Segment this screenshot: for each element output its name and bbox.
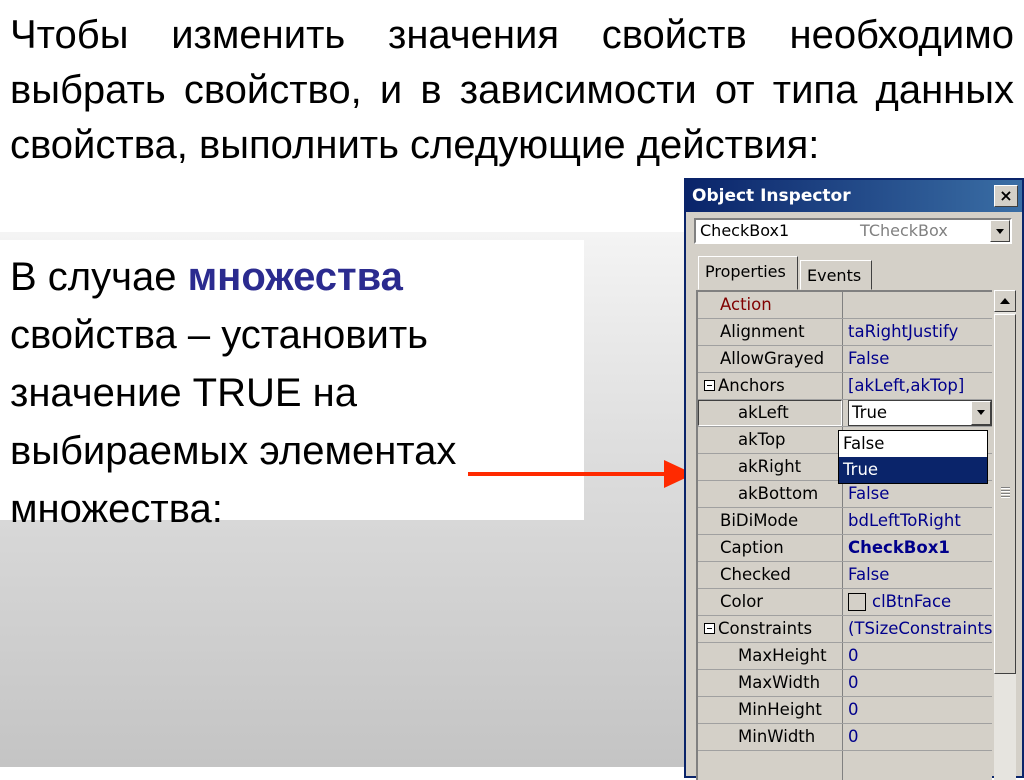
property-name: BiDiMode [720,511,799,530]
property-value: clBtnFace [872,592,952,611]
value-dropdown-list: False True [838,430,988,484]
callout-text-start: В случае [10,255,188,299]
property-value: (TSizeConstraints) [848,619,992,638]
property-row-minheight[interactable]: MinHeight 0 [698,697,992,724]
property-value: CheckBox1 [848,538,950,557]
property-name: Action [720,295,772,314]
tab-properties[interactable]: Properties [698,256,798,290]
callout-emphasis: множества [187,255,403,299]
property-value: 0 [848,700,859,719]
property-name: Color [720,592,764,611]
property-value: False [848,349,890,368]
property-name: MinHeight [738,700,822,719]
property-value: 0 [848,673,859,692]
dropdown-option-true[interactable]: True [839,457,987,483]
close-button[interactable]: × [994,185,1018,207]
property-row-allowgrayed[interactable]: AllowGrayed False [698,346,992,373]
property-row-anchors[interactable]: Anchors [akLeft,akTop] [698,373,992,400]
scroll-up-icon[interactable] [994,290,1016,312]
property-value: bdLeftToRight [848,511,961,530]
property-value: taRightJustify [848,322,959,341]
property-name: MaxHeight [738,646,827,665]
property-row-checked[interactable]: Checked False [698,562,992,589]
property-row-maxwidth[interactable]: MaxWidth 0 [698,670,992,697]
color-swatch [848,593,866,611]
property-row-akleft[interactable]: akLeft True [698,400,992,427]
window-title: Object Inspector [686,180,1022,212]
property-value: 0 [848,727,859,746]
property-value: False [848,484,890,503]
property-grid: Action Alignment taRightJustify AllowGra… [696,290,992,780]
property-value: [akLeft,akTop] [848,376,965,395]
scroll-thumb[interactable] [994,314,1016,674]
property-row-action[interactable]: Action [698,292,992,319]
property-name: akRight [738,457,802,476]
pointer-arrow [468,460,694,488]
property-row-bidimode[interactable]: BiDiMode bdLeftToRight [698,508,992,535]
collapse-icon[interactable] [704,623,715,634]
property-value: 0 [848,646,859,665]
callout-text-end: свойства – установить значение TRUE на в… [10,313,457,531]
property-row-constraints[interactable]: Constraints (TSizeConstraints) [698,616,992,643]
property-name: akLeft [738,403,789,422]
slide-heading: Чтобы изменить значения свойств необходи… [10,13,1014,167]
property-row-minwidth[interactable]: MinWidth 0 [698,724,992,751]
component-selector[interactable]: CheckBox1 TCheckBox [694,218,1012,244]
editor-value: True [852,403,888,422]
property-name: Alignment [720,322,805,341]
property-name: Checked [720,565,791,584]
component-name: CheckBox1 [700,221,790,240]
property-row-color[interactable]: Color clBtnFace [698,589,992,616]
collapse-icon[interactable] [704,380,715,391]
property-row-maxheight[interactable]: MaxHeight 0 [698,643,992,670]
property-name: akTop [738,430,786,449]
property-name: Anchors [718,376,785,395]
vertical-scrollbar[interactable] [994,290,1016,780]
dropdown-option-false[interactable]: False [839,431,987,457]
property-name: Constraints [718,619,813,638]
grip-icon [1001,487,1010,498]
property-value: False [848,565,890,584]
property-name: akBottom [738,484,819,503]
chevron-down-icon[interactable] [971,401,991,425]
property-name: AllowGrayed [720,349,825,368]
property-row-akbottom[interactable]: akBottom False [698,481,992,508]
chevron-down-icon[interactable] [990,220,1010,242]
property-row-alignment[interactable]: Alignment taRightJustify [698,319,992,346]
value-editor[interactable]: True [848,400,992,426]
component-class: TCheckBox [860,221,948,240]
property-name: MaxWidth [738,673,821,692]
property-row-caption[interactable]: Caption CheckBox1 [698,535,992,562]
property-name: Caption [720,538,784,557]
tab-events[interactable]: Events [800,260,872,290]
property-name: MinWidth [738,727,816,746]
